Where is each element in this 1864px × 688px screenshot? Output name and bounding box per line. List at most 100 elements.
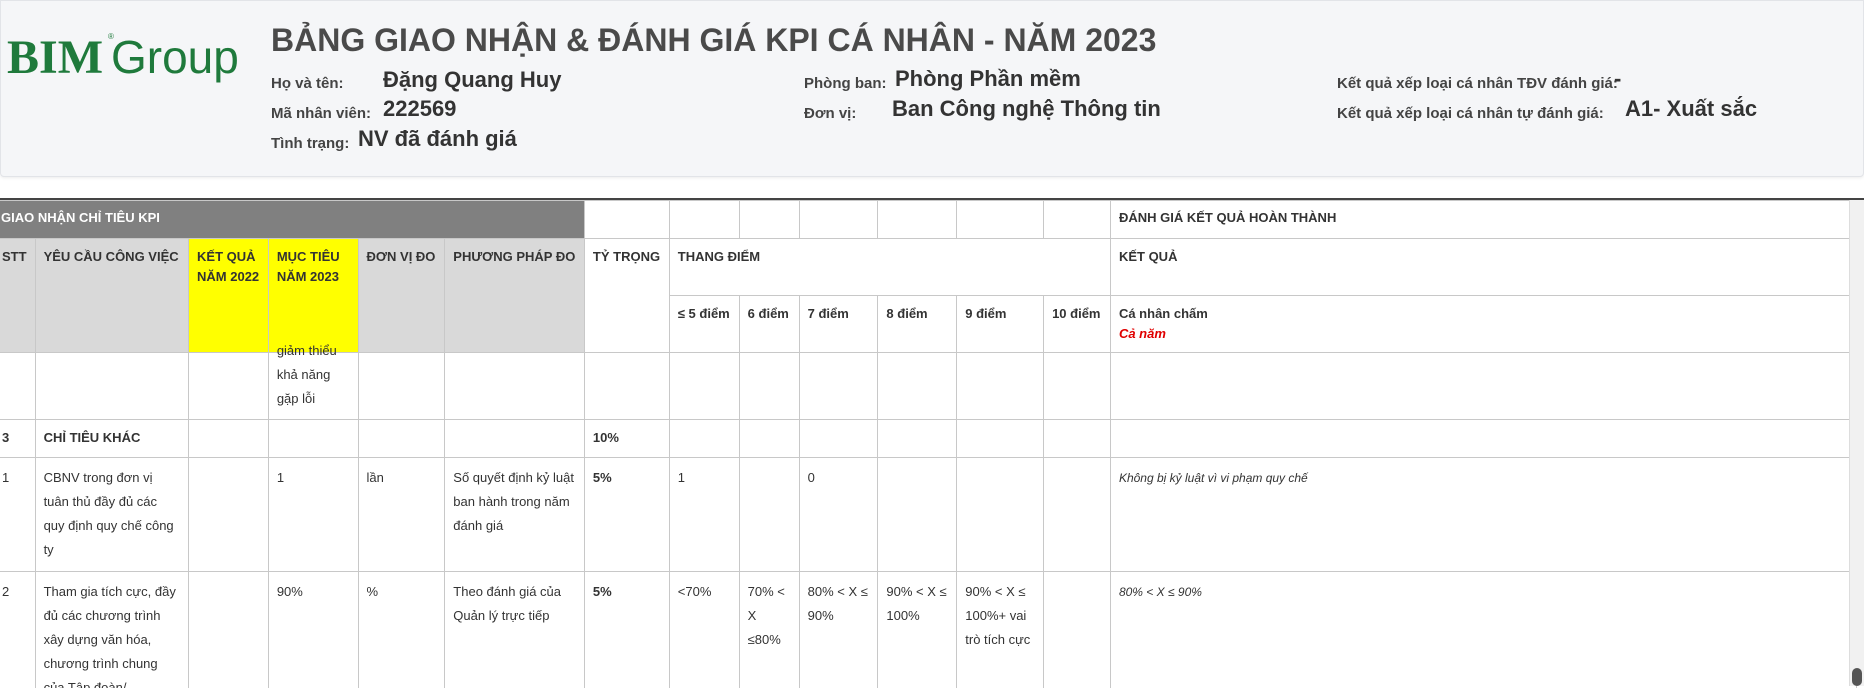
row2-scale-8: 90% < X ≤ 100% [878,572,957,688]
department-value: Phòng Phần mềm [895,66,1081,92]
cell [669,353,739,420]
cell [739,458,799,572]
employee-name-value: Đặng Quang Huy [383,67,561,93]
row2-requirement: Tham gia tích cực, đầy đủ các chương trì… [35,572,188,688]
cell [799,353,878,420]
employee-name-label: Họ và tên: [271,75,344,92]
self-rating-value: A1- Xuất sắc [1625,96,1757,122]
scrollbar-thumb[interactable] [1852,668,1862,686]
bimgroup-logo: BIM Group ® [7,25,257,85]
vertical-scrollbar[interactable] [1849,200,1864,686]
row2-target: 90% [268,572,358,688]
page-header: BIM Group ® BẢNG GIAO NHẬN & ĐÁNH GIÁ KP… [0,0,1864,177]
blank-cell [669,201,739,239]
cell [957,353,1044,420]
cell [189,458,269,572]
svg-text:BIM: BIM [7,31,103,84]
scale-6-header: 6 điểm [739,296,799,353]
col-weight-header: TỶ TRỌNG [584,239,669,353]
cell [35,353,188,420]
group-header-row: GIAO NHẬN CHỈ TIÊU KPI ĐÁNH GIÁ KẾT QUẢ … [0,201,1857,239]
col-unit-header: ĐƠN VỊ ĐO [358,239,445,353]
col-scale-header: THANG ĐIỂM [669,239,1110,296]
row1-stt: 1 [0,458,35,572]
page-title: BẢNG GIAO NHẬN & ĐÁNH GIÁ KPI CÁ NHÂN - … [271,22,1156,59]
cell [189,420,269,458]
row1-result: Không bị kỷ luật vì vi phạm quy chế [1110,458,1856,572]
cell [1044,353,1111,420]
row2-scale-7: 80% < X ≤ 90% [799,572,878,688]
section-stt: 3 [0,420,35,458]
row0-target: giảm thiểu khả năng gặp lỗi [268,353,358,420]
cell [957,458,1044,572]
cell [1044,572,1111,688]
table-row: giảm thiểu khả năng gặp lỗi [0,353,1857,420]
cell [0,353,35,420]
cell [799,420,878,458]
scale-9-header: 9 điểm [957,296,1044,353]
col-result-2022-header: KẾT QUẢ NĂM 2022 [189,239,269,353]
cell [739,420,799,458]
department-label: Phòng ban: [804,75,887,92]
self-score-label: Cá nhân chấm [1119,304,1848,324]
kpi-table-container: GIAO NHẬN CHỈ TIÊU KPI ĐÁNH GIÁ KẾT QUẢ … [0,198,1864,688]
col-method-header: PHƯƠNG PHÁP ĐO [445,239,585,353]
cell [669,420,739,458]
table-row: 2 Tham gia tích cực, đầy đủ các chương t… [0,572,1857,688]
cell [1110,353,1856,420]
employee-id-label: Mã nhân viên: [271,105,371,122]
cell [878,420,957,458]
row1-unit: lần [358,458,445,572]
svg-text:®: ® [108,32,114,41]
self-rating-label: Kết quả xếp loại cá nhân tự đánh giá: [1337,105,1604,122]
row1-weight: 5% [584,458,669,572]
group-header-left: GIAO NHẬN CHỈ TIÊU KPI [0,201,584,239]
row0-target-text: giảm thiểu khả năng gặp lỗi [277,339,350,411]
col-stt-header: STT [0,239,35,353]
row2-scale-6: 70% < X ≤80% [739,572,799,688]
row2-unit: % [358,572,445,688]
unit-value: Ban Công nghệ Thông tin [892,96,1161,122]
row1-requirement: CBNV trong đơn vị tuân thủ đầy đủ các qu… [35,458,188,572]
row2-method: Theo đánh giá của Quản lý trực tiếp [445,572,585,688]
col-result-header: KẾT QUẢ [1110,239,1856,296]
cell [1044,420,1111,458]
section-row: 3 CHỈ TIÊU KHÁC 10% [0,420,1857,458]
cell [445,353,585,420]
cell [189,353,269,420]
column-header-row: STT YÊU CẦU CÔNG VIỆC KẾT QUẢ NĂM 2022 M… [0,239,1857,296]
status-label: Tình trạng: [271,135,349,152]
cell [445,420,585,458]
row2-scale-5: <70% [669,572,739,688]
cell [1110,420,1856,458]
row2-stt: 2 [0,572,35,688]
row1-scale-7: 0 [799,458,878,572]
svg-text:Group: Group [111,31,239,83]
blank-cell [878,201,957,239]
cell [878,353,957,420]
section-title: CHỈ TIÊU KHÁC [35,420,188,458]
section-weight: 10% [584,420,669,458]
blank-cell [739,201,799,239]
blank-cell [584,201,669,239]
employee-id-value: 222569 [383,96,456,122]
scale-5-header: ≤ 5 điểm [669,296,739,353]
cell [189,572,269,688]
scale-8-header: 8 điểm [878,296,957,353]
cell [957,420,1044,458]
cell [584,353,669,420]
group-header-right: ĐÁNH GIÁ KẾT QUẢ HOÀN THÀNH [1110,201,1856,239]
scale-7-header: 7 điểm [799,296,878,353]
blank-cell [957,201,1044,239]
kpi-table: GIAO NHẬN CHỈ TIÊU KPI ĐÁNH GIÁ KẾT QUẢ … [0,200,1857,688]
manager-rating-value: - [1614,66,1621,92]
row1-target: 1 [268,458,358,572]
row2-weight: 5% [584,572,669,688]
scale-10-header: 10 điểm [1044,296,1111,353]
unit-label: Đơn vị: [804,105,856,122]
cell [1044,458,1111,572]
manager-rating-label: Kết quả xếp loại cá nhân TĐV đánh giá: [1337,75,1618,92]
col-requirement-header: YÊU CẦU CÔNG VIỆC [35,239,188,353]
blank-cell [1044,201,1111,239]
whole-year-label: Cả năm [1119,324,1848,344]
